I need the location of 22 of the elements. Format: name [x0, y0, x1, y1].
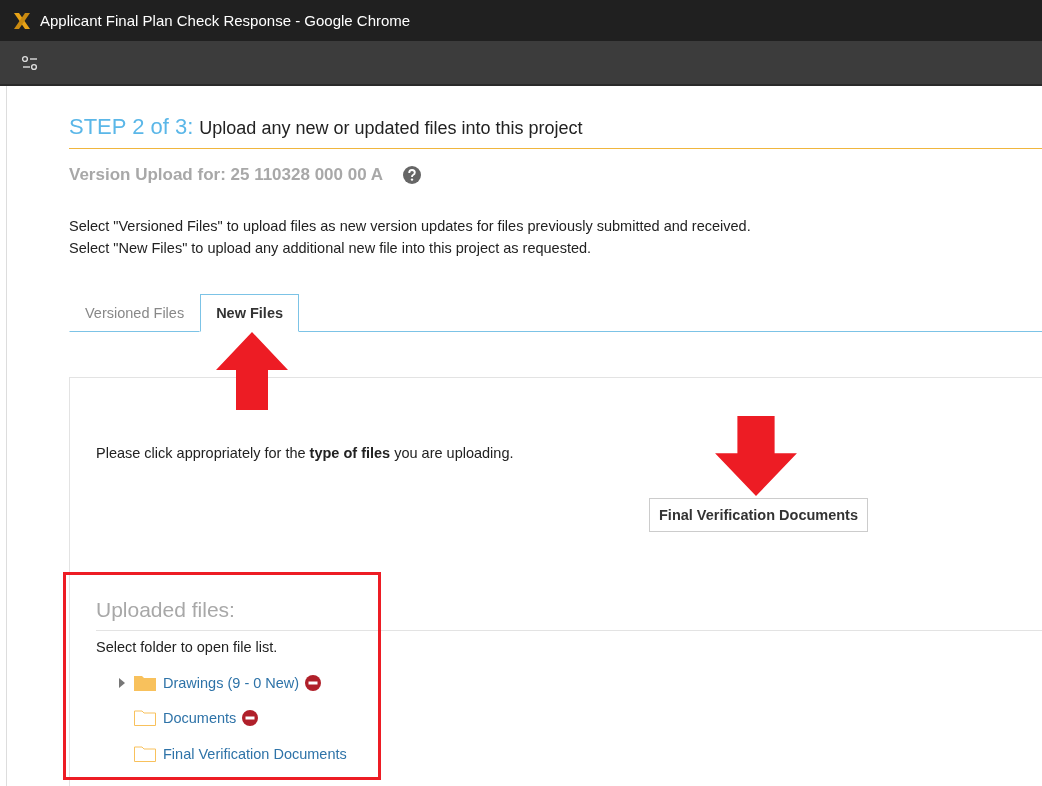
version-upload-label: Version Upload for: 25 110328 000 00 A	[69, 165, 384, 185]
section-heading: Uploaded files:	[96, 598, 1042, 631]
instruction-text: Select "Versioned Files" to upload files as new version updates for files previously submitted and received.	[69, 217, 752, 236]
arrow-icon	[216, 332, 288, 410]
folder-link[interactable]: Drawings (9 - 0 New)	[163, 674, 300, 691]
folder-link[interactable]: Documents	[163, 710, 237, 727]
settings-icon[interactable]	[21, 54, 39, 71]
step-title: Upload any new or updated files into this project	[199, 118, 583, 139]
tab[interactable]: New Files	[200, 294, 300, 332]
folder-link[interactable]: Final Verification Documents	[163, 745, 347, 762]
instruction-text: Select "New Files" to upload any additional new file into this project as requested.	[69, 239, 593, 258]
help-icon[interactable]	[403, 166, 422, 184]
window-title: Applicant Final Plan Check Response - Google Chrome	[40, 12, 411, 29]
remove-icon[interactable]	[242, 710, 259, 727]
app-logo-icon	[12, 10, 32, 31]
file-type-button[interactable]: Final Verification Documents	[649, 498, 868, 532]
hint-text: Select folder to open file list.	[96, 639, 279, 655]
remove-icon[interactable]	[305, 674, 322, 691]
arrow-icon	[712, 416, 800, 496]
step-label: STEP 2 of 3:	[69, 114, 194, 140]
prompt-text: Please click appropriately for the type of files you are uploading.	[96, 445, 515, 461]
caret-icon[interactable]	[119, 677, 125, 688]
